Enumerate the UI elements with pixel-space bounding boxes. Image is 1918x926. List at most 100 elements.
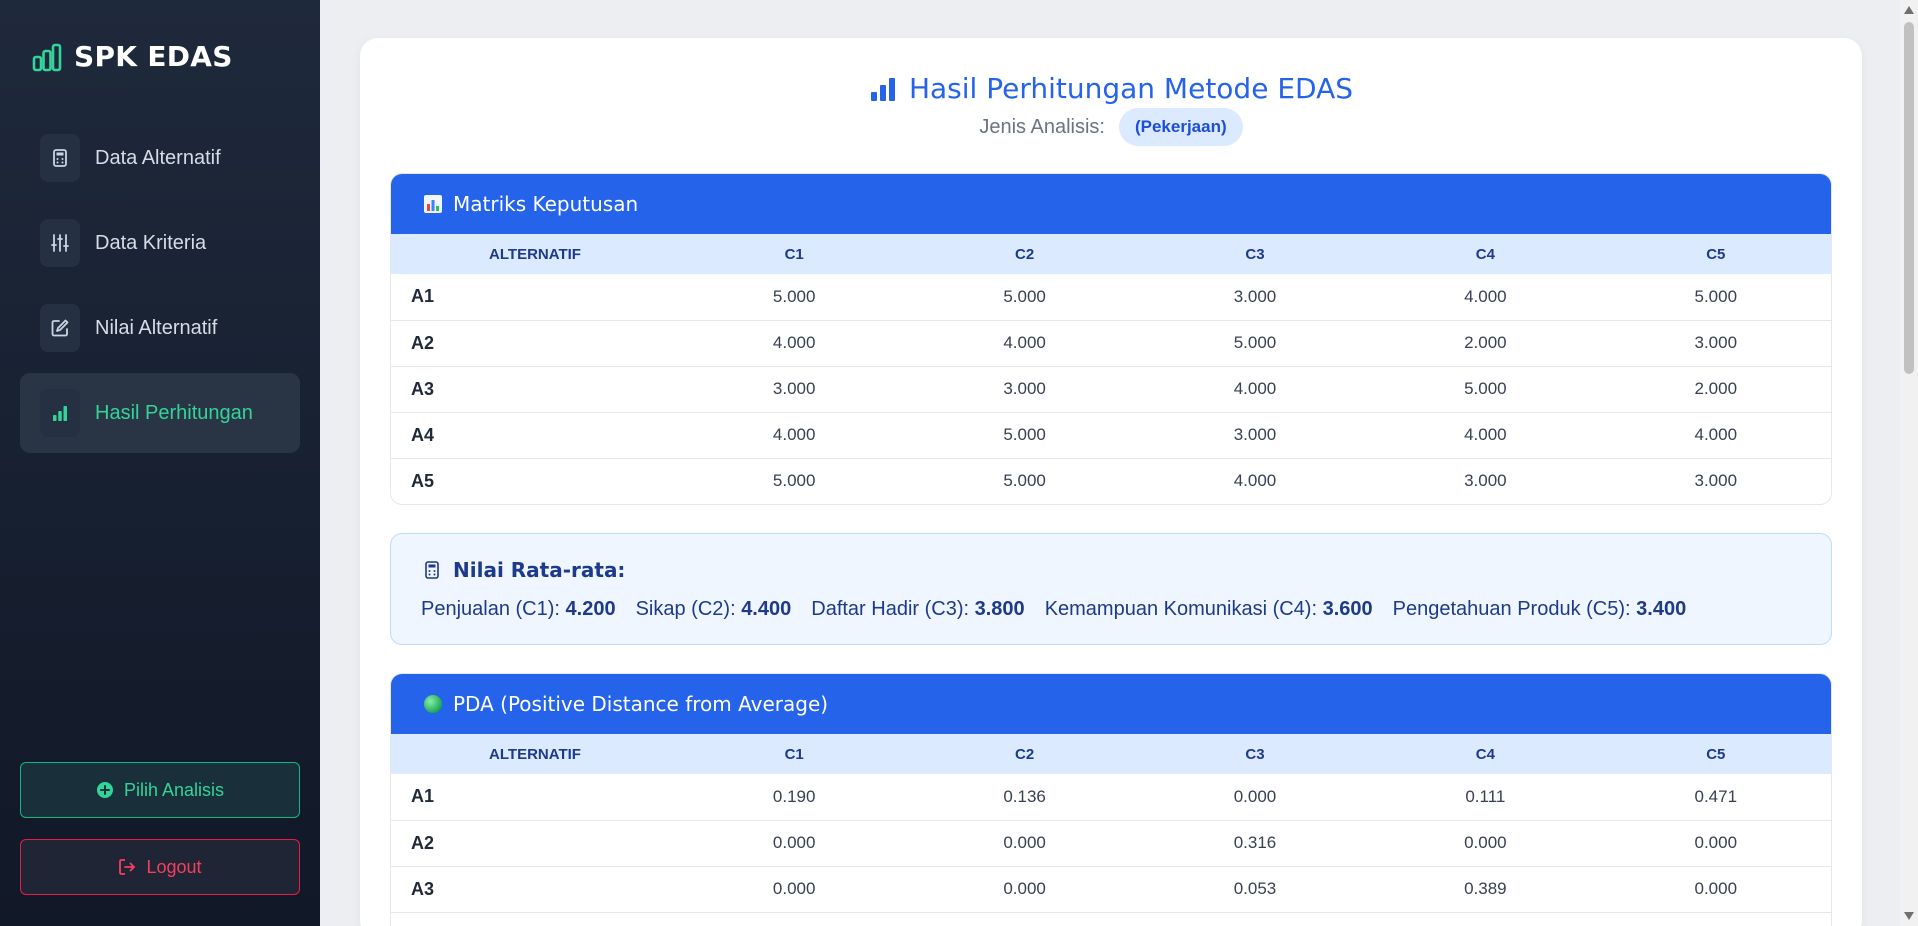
cell: 5.000 <box>909 412 1140 459</box>
sidebar-nav: Data Alternatif Data Kriteria Nilai Alte… <box>20 118 300 458</box>
section-header: Matriks Keputusan <box>391 174 1831 234</box>
sidebar-item-label: Data Kriteria <box>95 231 207 254</box>
cell <box>679 912 909 926</box>
cell: 5.000 <box>679 274 910 321</box>
sidebar-item-label: Hasil Perhitungan <box>95 401 253 424</box>
section-header: PDA (Positive Distance from Average) <box>391 674 1831 734</box>
cell: 3.000 <box>1694 471 1738 491</box>
table-row: A3 3.000 3.000 4.000 5.000 2.000 <box>391 366 1831 413</box>
cell: 5.000 <box>1139 320 1371 367</box>
table-header-row: Alternatif C1 C2 C3 C4 C5 <box>391 234 1831 274</box>
decision-matrix-section: Matriks Keputusan Alternatif C1 C2 C3 C4… <box>390 173 1832 505</box>
cell: 2.000 <box>1370 320 1601 367</box>
bar-chart-icon <box>32 43 62 71</box>
sidebar-item-nilai-alternatif[interactable]: Nilai Alternatif <box>20 288 300 368</box>
cell: 0.111 <box>1370 774 1601 821</box>
pilih-analisis-label: Pilih Analisis <box>123 779 225 800</box>
cell: 2.000 <box>1600 366 1831 413</box>
column-header: C2 <box>1014 745 1035 763</box>
cell: 0.000 <box>1600 820 1831 867</box>
cell: 4.000 <box>679 412 910 459</box>
cell: A5 <box>411 470 435 491</box>
sidebar-item-data-alternatif[interactable]: Data Alternatif <box>20 118 300 198</box>
average-item: Sikap (C2): 4.400 <box>635 598 792 620</box>
average-list: Penjualan (C1): 4.200 Sikap (C2): 4.400 … <box>421 598 1686 621</box>
sidebar-item-data-kriteria[interactable]: Data Kriteria <box>20 203 300 283</box>
cell: 5.000 <box>772 471 816 491</box>
green-circle-icon <box>423 694 443 714</box>
cell <box>1140 912 1370 926</box>
cell: 0.000 <box>1139 774 1371 821</box>
cell: 4.000 <box>1233 471 1277 491</box>
cell: A1 <box>391 774 679 821</box>
column-header: Alternatif <box>489 745 581 763</box>
average-title-text: Nilai Rata-rata: <box>453 558 626 582</box>
page-scrollbar[interactable] <box>1900 0 1918 926</box>
cell: 0.000 <box>679 820 910 867</box>
cell: 0.000 <box>909 866 1140 913</box>
cell: 0.053 <box>1139 866 1371 913</box>
table-row: A2 0.000 0.000 0.316 0.000 0.000 <box>391 820 1831 867</box>
pda-section: PDA (Positive Distance from Average) Alt… <box>390 673 1832 926</box>
section-title: PDA (Positive Distance from Average) <box>453 692 829 716</box>
cell: 0.190 <box>679 774 910 821</box>
edit-icon <box>40 304 80 352</box>
column-header: C1 <box>784 745 804 763</box>
column-header: C3 <box>1245 745 1265 763</box>
calculator-icon <box>40 134 80 182</box>
cell: 4.000 <box>1370 412 1601 459</box>
cell: 0.316 <box>1139 820 1371 867</box>
section-title: Matriks Keputusan <box>453 192 639 216</box>
average-item: Daftar Hadir (C3): 3.800 <box>811 598 1025 620</box>
page-title: Hasil Perhitungan Metode EDAS <box>908 72 1354 105</box>
table-row: A4 4.000 5.000 3.000 4.000 4.000 <box>391 412 1831 459</box>
cell: 4.000 <box>909 320 1140 367</box>
brand[interactable]: SPK EDAS <box>32 40 233 73</box>
cell: A2 <box>391 320 679 367</box>
cell: 0.000 <box>1600 866 1831 913</box>
cell: A3 <box>391 866 679 913</box>
logout-icon <box>119 859 136 875</box>
average-title: Nilai Rata-rata: <box>423 558 625 582</box>
cell: 5.000 <box>909 274 1140 321</box>
cell: 5.000 <box>1600 274 1831 321</box>
cell: 4.000 <box>1139 366 1371 413</box>
bar-chart-emoji-icon <box>423 194 443 214</box>
cell: A4 <box>391 912 679 926</box>
cell <box>909 912 1139 926</box>
cell: 0.471 <box>1600 774 1831 821</box>
brand-name: SPK EDAS <box>74 40 233 73</box>
plus-circle-icon <box>96 782 113 798</box>
cell <box>1601 912 1831 926</box>
cell: 0.000 <box>679 866 910 913</box>
calculator-icon <box>425 561 439 579</box>
cell: A4 <box>391 412 679 459</box>
cell: 0.000 <box>909 820 1140 867</box>
scroll-down-icon[interactable] <box>1904 912 1914 920</box>
scroll-up-icon[interactable] <box>1904 6 1914 14</box>
average-item: Penjualan (C1): 4.200 <box>421 598 616 620</box>
sidebar: SPK EDAS Data Alternatif Data Kriteria N… <box>0 0 320 926</box>
average-item: Kemampuan Komunikasi (C4): 3.600 <box>1044 598 1373 620</box>
average-item: Pengetahuan Produk (C5): 3.400 <box>1392 598 1687 620</box>
cell: 4.000 <box>1370 274 1601 321</box>
bar-chart-icon <box>40 389 80 437</box>
cell: 0.000 <box>1370 820 1601 867</box>
cell: 0.136 <box>909 774 1140 821</box>
cell: 4.000 <box>679 320 910 367</box>
cell: 3.000 <box>909 366 1140 413</box>
page-header: Hasil Perhitungan Metode EDAS <box>360 72 1862 105</box>
logout-button[interactable]: Logout <box>20 839 300 895</box>
cell <box>1370 912 1600 926</box>
cell: A2 <box>391 820 679 867</box>
sidebar-item-hasil-perhitungan[interactable]: Hasil Perhitungan <box>20 373 300 453</box>
cell: 3.000 <box>1139 274 1371 321</box>
analysis-type-badge: (Pekerjaan) <box>1118 108 1243 146</box>
pilih-analisis-button[interactable]: Pilih Analisis <box>20 762 300 818</box>
column-header: C1 <box>784 245 804 263</box>
table-row: A1 5.000 5.000 3.000 4.000 5.000 <box>391 274 1831 321</box>
cell: 5.000 <box>1003 471 1046 491</box>
cell: 3.000 <box>1600 320 1831 367</box>
scroll-thumb[interactable] <box>1904 22 1914 374</box>
table-row: A5 5.000 5.000 4.000 3.000 3.000 <box>391 458 1831 504</box>
